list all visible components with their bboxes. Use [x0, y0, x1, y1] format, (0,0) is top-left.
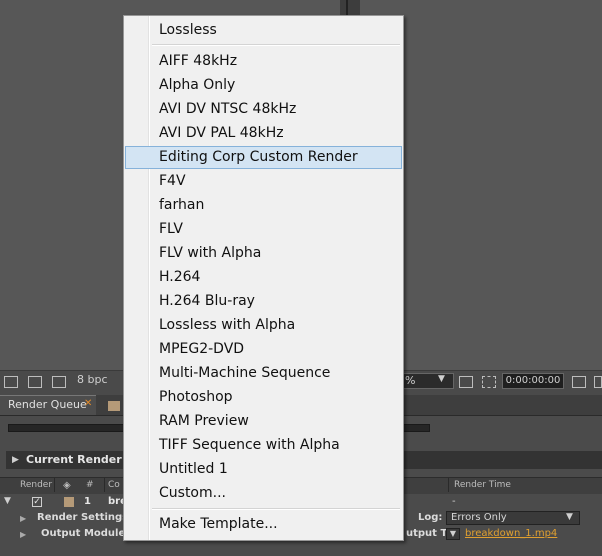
grid-icon[interactable] [459, 376, 473, 388]
menu-item-lossless[interactable]: Lossless [125, 19, 402, 42]
camera-snapshot-icon[interactable] [572, 376, 586, 388]
new-folder-icon[interactable] [28, 376, 42, 388]
new-composition-icon[interactable] [52, 376, 66, 388]
show-snapshot-icon[interactable] [594, 376, 602, 388]
column-number[interactable]: # [86, 480, 94, 490]
menu-item[interactable]: AVI DV PAL 48kHz [125, 122, 402, 145]
render-settings-triangle-icon[interactable]: ▶ [20, 514, 26, 523]
menu-separator [152, 44, 400, 46]
column-render[interactable]: Render [20, 480, 52, 490]
current-time-display[interactable]: 0:00:00:00 [502, 373, 564, 389]
row-number: 1 [84, 496, 91, 507]
menu-item[interactable]: AIFF 48kHz [125, 50, 402, 73]
log-select[interactable]: Errors Only [446, 511, 580, 525]
log-select-value: Errors Only [451, 512, 507, 523]
menu-item-make-template[interactable]: Make Template... [125, 513, 402, 536]
label-color-swatch[interactable] [64, 497, 74, 507]
disclosure-triangle-icon[interactable]: ▶ [12, 455, 19, 465]
menu-item[interactable]: AVI DV NTSC 48kHz [125, 98, 402, 121]
menu-item[interactable]: Lossless with Alpha [125, 314, 402, 337]
menu-item[interactable]: H.264 Blu-ray [125, 290, 402, 313]
menu-item[interactable]: Alpha Only [125, 74, 402, 97]
menu-item-highlighted[interactable]: Editing Corp Custom Render [125, 146, 402, 169]
menu-item[interactable]: Multi-Machine Sequence [125, 362, 402, 385]
magnification-value: % [405, 374, 416, 387]
close-icon[interactable]: ✕ [84, 398, 92, 409]
chevron-down-icon: ▼ [438, 374, 445, 384]
menu-item[interactable]: H.264 [125, 266, 402, 289]
menu-item[interactable]: FLV with Alpha [125, 242, 402, 265]
menu-item[interactable]: Untitled 1 [125, 458, 402, 481]
render-settings-label: Render Settings: [37, 512, 133, 523]
render-time-value: - [452, 496, 456, 507]
output-module-triangle-icon[interactable]: ▶ [20, 530, 26, 539]
menu-item-custom[interactable]: Custom... [125, 482, 402, 505]
menu-item[interactable]: MPEG2-DVD [125, 338, 402, 361]
current-render-label: Current Render [26, 453, 122, 466]
menu-item[interactable]: F4V [125, 170, 402, 193]
menu-separator [152, 508, 400, 510]
output-to-dropdown[interactable]: ▼ [446, 528, 460, 540]
menu-item[interactable]: farhan [125, 194, 402, 217]
interpret-footage-icon[interactable] [4, 376, 18, 388]
composition-tab-swatch[interactable] [108, 401, 120, 411]
column-separator [54, 478, 55, 492]
chevron-down-icon: ▼ [566, 512, 573, 522]
column-comp-name[interactable]: Co [108, 480, 120, 490]
menu-item[interactable]: FLV [125, 218, 402, 241]
column-separator [104, 478, 105, 492]
tab-render-queue[interactable]: Render Queue [0, 395, 96, 415]
menu-item[interactable]: TIFF Sequence with Alpha [125, 434, 402, 457]
magnification-select[interactable]: % [400, 373, 454, 389]
menu-item[interactable]: Photoshop [125, 386, 402, 409]
column-separator [448, 478, 449, 492]
column-render-time[interactable]: Render Time [454, 480, 511, 490]
log-label: Log: [418, 512, 443, 523]
bit-depth-label[interactable]: 8 bpc [77, 373, 108, 386]
output-file-link[interactable]: breakdown_1.mp4 [465, 528, 557, 539]
row-expand-triangle-icon[interactable]: ▼ [4, 496, 11, 506]
render-checkbox[interactable]: ✓ [32, 497, 42, 507]
menu-item[interactable]: RAM Preview [125, 410, 402, 433]
label-tag-icon[interactable]: ◈ [63, 480, 71, 491]
region-of-interest-icon[interactable] [482, 376, 496, 388]
tab-render-queue-label: Render Queue [8, 398, 87, 411]
output-module-label: Output Module: [41, 528, 130, 539]
